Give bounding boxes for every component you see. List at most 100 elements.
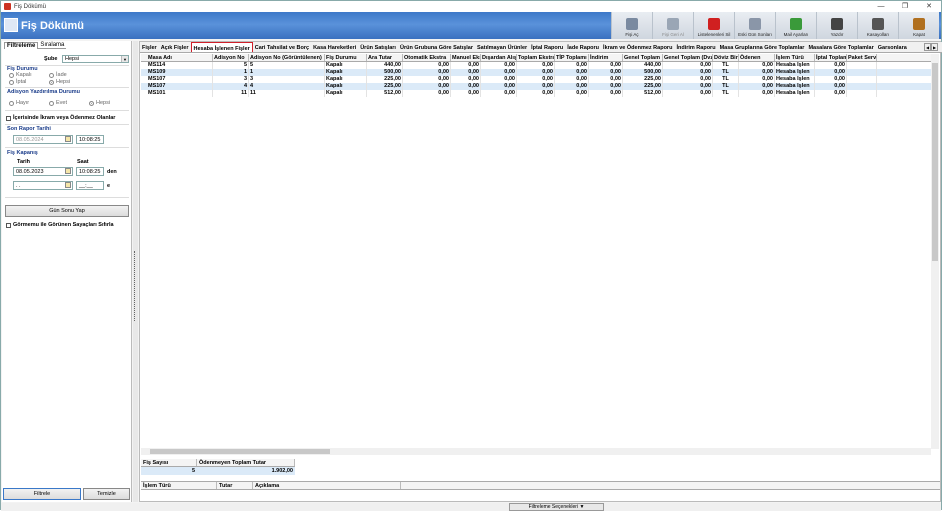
detail-header: Açıklama (253, 482, 401, 489)
tab-report-8[interactable]: İptal Raporu (529, 42, 565, 52)
column-header[interactable]: Manuel Ekstra (451, 54, 481, 61)
column-header[interactable]: Fiş Durumu (325, 54, 367, 61)
toolbar-button-0[interactable]: Fişi Aç (611, 12, 652, 39)
column-header[interactable]: Masa Adı (141, 54, 213, 61)
tab-filtreleme[interactable]: Filtreleme (4, 42, 39, 49)
tab-report-10[interactable]: İkram ve Ödenmez Raporu (601, 42, 674, 52)
tab-report-6[interactable]: Ürün Grubuna Göre Satışlar (398, 42, 475, 52)
close-window-button[interactable]: ✕ (917, 1, 941, 12)
scroll-thumb[interactable] (932, 63, 938, 261)
table-cell: 0,00 (403, 69, 451, 76)
column-header[interactable]: Otomatik Ekstra (403, 54, 451, 61)
table-row[interactable]: MS114 5 5 Kapalı 440,00 0,00 0,00 0,00 0,00 0,00 0… (141, 62, 931, 69)
table-row[interactable]: MS109 1 1 Kapalı 500,00 0,00 0,00 0,00 0,00 0,00 0… (141, 69, 931, 76)
tab-siralama[interactable]: Sıralama (38, 42, 67, 49)
divider (5, 87, 129, 88)
filtrele-button[interactable]: Filtrele (3, 488, 81, 500)
table-cell: 512,00 (623, 90, 663, 97)
table-row[interactable]: MS107 3 3 Kapalı 225,00 0,00 0,00 0,00 0,00 0,00 0… (141, 76, 931, 83)
tab-report-7[interactable]: Satılmayan Ürünler (475, 42, 529, 52)
column-header[interactable]: İndirim (589, 54, 623, 61)
toolbar-button-6[interactable]: Kasayolları (857, 12, 898, 39)
tab-report-0[interactable]: Fişler (140, 42, 159, 52)
minimize-button[interactable]: — (869, 1, 893, 12)
restore-button[interactable]: ❐ (893, 1, 917, 12)
toolbar-button-7[interactable]: Kapat (898, 12, 939, 39)
column-header[interactable]: Ara Tutar (367, 54, 403, 61)
column-header[interactable]: Genel Toplam (623, 54, 663, 61)
toolbar-button-2[interactable]: Listelenenleri Sil (693, 12, 734, 39)
table-row[interactable]: MS101 11 11 Kapalı 512,00 0,00 0,00 0,00 0,00 0,0… (141, 90, 931, 97)
tab-report-3[interactable]: Cari Tahsilat ve Borç (253, 42, 311, 52)
panel-splitter[interactable] (133, 41, 138, 502)
radio-dot-icon (49, 79, 54, 85)
ikram-checkbox[interactable]: İçerisinde İkram veya Ödenmez Olanlar (6, 115, 115, 121)
vertical-scrollbar[interactable] (931, 54, 939, 449)
horizontal-scrollbar[interactable] (141, 448, 931, 455)
tab-report-11[interactable]: İndirim Raporu (674, 42, 717, 52)
table-cell (847, 62, 877, 69)
tab-report-9[interactable]: İade Raporu (565, 42, 601, 52)
toolbar-button-3[interactable]: Eski Gün Sonları (734, 12, 775, 39)
column-header[interactable]: İptal Toplamı (815, 54, 847, 61)
tab-scroll-right-icon[interactable]: ▶ (931, 43, 938, 51)
sube-select[interactable]: Hepsi ▼ (62, 55, 129, 63)
radio-hayir[interactable]: Hayır (9, 100, 29, 106)
cash-drawer-icon (872, 18, 884, 30)
scroll-thumb[interactable] (150, 449, 330, 454)
receipts-grid: Masa Adı Adisyon No Adisyon No (Görüntülen… (141, 54, 931, 446)
to-time-input[interactable]: __:__ (76, 181, 104, 190)
table-cell: MS107 (141, 83, 213, 90)
table-cell: 0,00 (481, 62, 517, 69)
table-cell: Kapalı (325, 76, 367, 83)
column-header[interactable]: TİP Toplamı (555, 54, 589, 61)
table-cell: 0,00 (517, 62, 555, 69)
table-cell: MS101 (141, 90, 213, 97)
temizle-button[interactable]: Temizle (83, 488, 130, 500)
toolbar-button-5[interactable]: Yazdır (816, 12, 857, 39)
column-header[interactable]: Toplam Ekstra (517, 54, 555, 61)
table-cell: TL (713, 69, 739, 76)
calendar-icon[interactable] (65, 182, 71, 188)
column-header[interactable]: Genel Toplam (Dvz) (663, 54, 713, 61)
tab-report-2[interactable]: Hesaba İşlenen Fişler (190, 42, 253, 52)
gormunu-checkbox[interactable]: Görmemu ile Görünen Sayaçları Sıfırla (6, 222, 114, 228)
table-cell: TL (713, 83, 739, 90)
column-header[interactable]: Adisyon No (Görüntülenen) (249, 54, 325, 61)
radio-iptal[interactable]: İptal (9, 79, 26, 85)
table-cell: 0,00 (481, 69, 517, 76)
fis-kapanis-label: Fiş Kapanış (7, 150, 38, 156)
from-time-input[interactable]: 10:08:25 (76, 167, 104, 176)
archive-icon (749, 18, 761, 30)
column-header[interactable]: Döviz Birimi (713, 54, 739, 61)
tab-report-4[interactable]: Kasa Hareketleri (311, 42, 358, 52)
from-date-input[interactable]: 08.05.2023 (13, 167, 73, 176)
column-header[interactable]: Dışardan Alış (481, 54, 517, 61)
tab-report-14[interactable]: Garsonlara (876, 42, 909, 52)
radio-kapali[interactable]: Kapalı (9, 72, 32, 78)
tab-scroll-left-icon[interactable]: ◀ (924, 43, 931, 51)
den-label: den (107, 169, 117, 175)
table-cell: 3 (213, 76, 249, 83)
column-header[interactable]: Ödenen (739, 54, 775, 61)
table-cell: 0,00 (451, 62, 481, 69)
toolbar-button-1[interactable]: Fişi Geri Al (652, 12, 693, 39)
calendar-icon[interactable] (65, 168, 71, 174)
table-cell: Kapalı (325, 90, 367, 97)
tab-report-13[interactable]: Masalara Göre Toplamlar (806, 42, 875, 52)
chevron-down-icon: ▼ (121, 56, 128, 62)
to-date-input[interactable]: . . (13, 181, 73, 190)
tab-report-1[interactable]: Açık Fişler (159, 42, 191, 52)
radio-hepsi[interactable]: Hepsi (49, 79, 70, 85)
radio-iade[interactable]: İade (49, 72, 67, 78)
tab-report-5[interactable]: Ürün Satışları (358, 42, 398, 52)
column-header[interactable]: Paket Servis (847, 54, 877, 61)
tab-report-12[interactable]: Masa Gruplarına Göre Toplamlar (718, 42, 807, 52)
radio-adisyon-hepsi[interactable]: Hepsi (89, 100, 110, 106)
gun-sonu-button[interactable]: Gün Sonu Yap (5, 205, 129, 217)
table-row[interactable]: MS107 4 4 Kapalı 225,00 0,00 0,00 0,00 0,00 0,00 0… (141, 83, 931, 90)
toolbar-button-4[interactable]: Mail Ayarları (775, 12, 816, 39)
column-header[interactable]: İşlem Türü (775, 54, 815, 61)
radio-evet[interactable]: Evet (49, 100, 67, 106)
column-header[interactable]: Adisyon No (213, 54, 249, 61)
